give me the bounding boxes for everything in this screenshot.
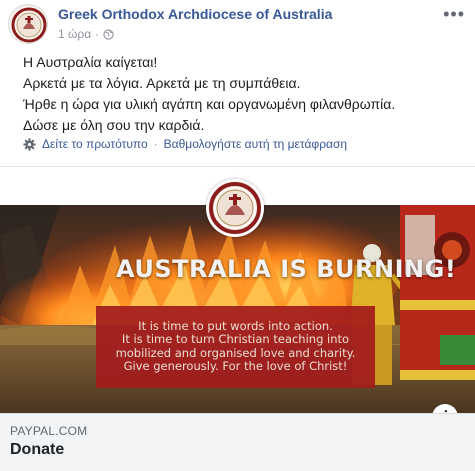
page-avatar[interactable]: [8, 4, 48, 44]
rate-translation-link[interactable]: Βαθμολογήστε αυτή τη μετάφραση: [164, 137, 347, 151]
post-text-line: Δώσε με όλη σου την καρδιά.: [23, 117, 205, 133]
link-title[interactable]: Donate: [10, 441, 64, 459]
post-text-line: Ήρθε η ώρα για υλική αγάπη και οργανωμέν…: [23, 96, 396, 112]
translation-bar: Δείτε το πρωτότυπο · Βαθμολογήστε αυτή τ…: [23, 137, 347, 151]
translate-separator: ·: [153, 137, 158, 151]
post-image[interactable]: AUSTRALIA IS BURNING! It is time to put …: [0, 166, 475, 413]
more-options-icon[interactable]: •••: [443, 4, 465, 25]
post-timestamp[interactable]: 1 ώρα: [58, 27, 91, 41]
image-message-line: It is time to turn Christian teaching in…: [121, 332, 350, 347]
page-name-link[interactable]: Greek Orthodox Archdiocese of Australia: [58, 6, 332, 22]
link-domain: PAYPAL.COM: [10, 424, 88, 438]
meta-separator: ·: [95, 27, 100, 41]
post-text: Η Αυστραλία καίγεται! Αρκετά με τα λόγια…: [23, 52, 395, 136]
archdiocese-seal-icon: [10, 6, 47, 43]
post-text-line: Η Αυστραλία καίγεται!: [23, 54, 158, 70]
image-message-line: Give generously. For the love of Christ!: [123, 358, 348, 373]
link-preview[interactable]: PAYPAL.COM Donate: [0, 413, 475, 471]
image-message-box: It is time to put words into action. It …: [96, 306, 375, 388]
image-headline: AUSTRALIA IS BURNING!: [116, 255, 457, 283]
gear-icon[interactable]: [23, 137, 36, 151]
facebook-post: Greek Orthodox Archdiocese of Australia …: [0, 0, 475, 471]
image-message-line: It is time to put words into action.: [138, 319, 333, 333]
archdiocese-logo-icon: [206, 179, 264, 237]
post-meta: 1 ώρα ·: [58, 27, 114, 41]
globe-icon[interactable]: [103, 28, 114, 40]
image-message-line: mobilized and organised love and charity…: [115, 345, 356, 360]
see-original-link[interactable]: Δείτε το πρωτότυπο: [42, 137, 148, 151]
post-text-line: Αρκετά με τα λόγια. Αρκετά με τη συμπάθε…: [23, 75, 301, 91]
